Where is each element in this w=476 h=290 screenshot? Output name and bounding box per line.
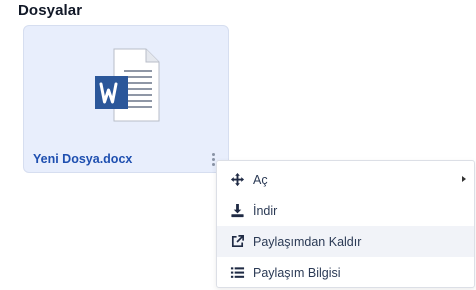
download-icon <box>229 203 245 219</box>
menu-item-label: İndir <box>253 203 278 218</box>
menu-item-download[interactable]: İndir <box>217 195 474 226</box>
section-title: Dosyalar <box>18 2 83 19</box>
menu-item-label: Paylaşımdan Kaldır <box>253 234 362 249</box>
external-link-icon <box>229 234 245 250</box>
menu-item-unshare[interactable]: Paylaşımdan Kaldır <box>217 226 474 257</box>
menu-item-share-info[interactable]: Paylaşım Bilgisi <box>217 257 474 288</box>
submenu-arrow-icon <box>462 176 466 182</box>
move-arrows-icon <box>229 172 245 188</box>
menu-item-open[interactable]: Aç <box>217 164 474 195</box>
list-icon <box>229 265 245 281</box>
file-name[interactable]: Yeni Dosya.docx <box>33 152 132 166</box>
menu-item-label: Paylaşım Bilgisi <box>253 265 341 280</box>
file-card[interactable]: Yeni Dosya.docx <box>23 25 229 173</box>
menu-item-label: Aç <box>253 172 268 187</box>
word-document-icon <box>95 48 160 122</box>
files-page: Dosyalar Yeni Dosya.docx Aç İndir Paylaş… <box>0 0 476 290</box>
context-menu: Aç İndir Paylaşımdan Kaldır Paylaşım Bil… <box>216 160 475 288</box>
